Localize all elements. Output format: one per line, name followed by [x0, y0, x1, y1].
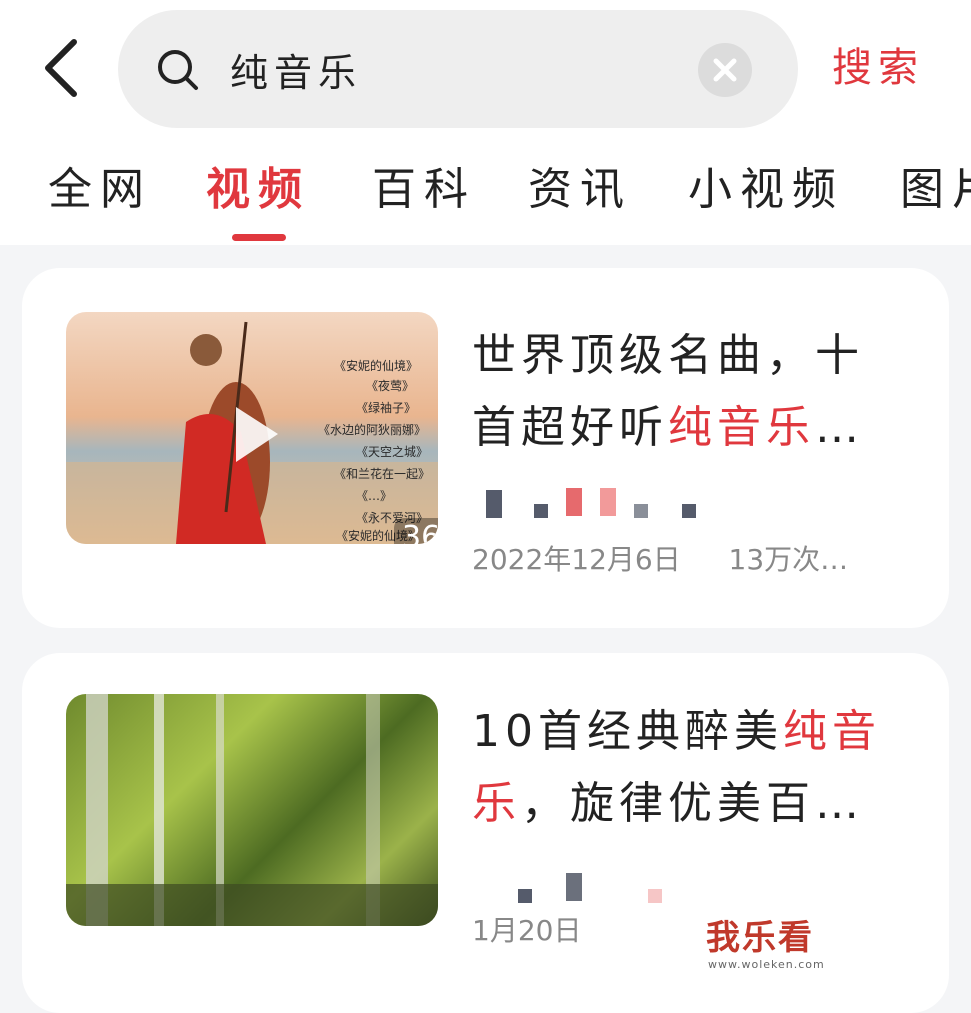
search-button[interactable]: 搜索 — [832, 40, 924, 96]
overlay-line: 《和兰花在一起》 — [334, 466, 430, 481]
back-button[interactable] — [38, 38, 88, 98]
clear-icon — [713, 58, 737, 82]
top-bar: 纯音乐 搜索 全网 视频 百科 资讯 小视频 图片 — [0, 0, 971, 245]
overlay-line: 《绿袖子》 — [356, 400, 416, 415]
tab-encyclopedia[interactable]: 百科 — [372, 162, 476, 218]
result-title[interactable]: 10首经典醉美纯音乐，旋律优美百… — [472, 696, 912, 840]
search-input[interactable]: 纯音乐 — [230, 46, 670, 100]
clear-button[interactable] — [698, 43, 752, 97]
result-meta: 1月20日 — [472, 911, 581, 951]
result-title[interactable]: 世界顶级名曲，十首超好听纯音乐… — [472, 320, 912, 464]
video-thumbnail[interactable]: 《安妮的仙境》 《夜莺》 《绿袖子》 《水边的阿狄丽娜》 《天空之城》 《和兰花… — [66, 312, 438, 544]
video-duration: 36:57 — [394, 518, 438, 544]
overlay-line: 《夜莺》 — [366, 378, 414, 393]
title-highlight: 纯音乐 — [668, 402, 815, 453]
thumbnail-art: 《安妮的仙境》 《夜莺》 《绿袖子》 《水边的阿狄丽娜》 《天空之城》 《和兰花… — [66, 321, 438, 544]
publish-date: 2022年12月6日 — [472, 543, 681, 576]
overlay-line: 《水边的阿狄丽娜》 — [318, 422, 426, 437]
site-watermark-logo: 我乐看 www.woleken.com — [706, 918, 834, 976]
search-icon — [156, 48, 200, 92]
tab-bar: 全网 视频 百科 资讯 小视频 图片 — [0, 150, 971, 245]
back-arrow-icon — [45, 39, 77, 97]
title-text-rest: ，旋律优美百 — [521, 778, 815, 829]
tab-video[interactable]: 视频 — [206, 162, 310, 218]
result-meta: 2022年12月6日 13万次… — [472, 540, 848, 580]
active-tab-indicator — [232, 234, 286, 241]
overlay-line: 《安妮的仙境》 — [334, 358, 418, 373]
title-ellipsis: … — [815, 402, 864, 453]
tab-short-video[interactable]: 小视频 — [688, 162, 844, 218]
publish-date: 1月20日 — [472, 914, 582, 947]
video-thumbnail[interactable] — [66, 694, 438, 926]
result-card[interactable]: 《安妮的仙境》 《夜莺》 《绿袖子》 《水边的阿狄丽娜》 《天空之城》 《和兰花… — [22, 268, 949, 628]
title-text: 10首经典醉美 — [472, 706, 783, 757]
tab-images[interactable]: 图片 — [900, 162, 971, 218]
thumbnail-art — [66, 694, 438, 926]
overlay-line: 《天空之城》 — [356, 445, 428, 459]
search-box[interactable]: 纯音乐 — [118, 10, 798, 128]
title-ellipsis: … — [815, 778, 864, 829]
tab-all-web[interactable]: 全网 — [48, 162, 152, 218]
watermark-url: www.woleken.com — [708, 958, 825, 971]
watermark-text: 我乐看 — [706, 918, 814, 958]
tab-news[interactable]: 资讯 — [528, 162, 632, 218]
overlay-line: 《…》 — [356, 489, 392, 503]
view-count: 13万次… — [728, 543, 849, 576]
